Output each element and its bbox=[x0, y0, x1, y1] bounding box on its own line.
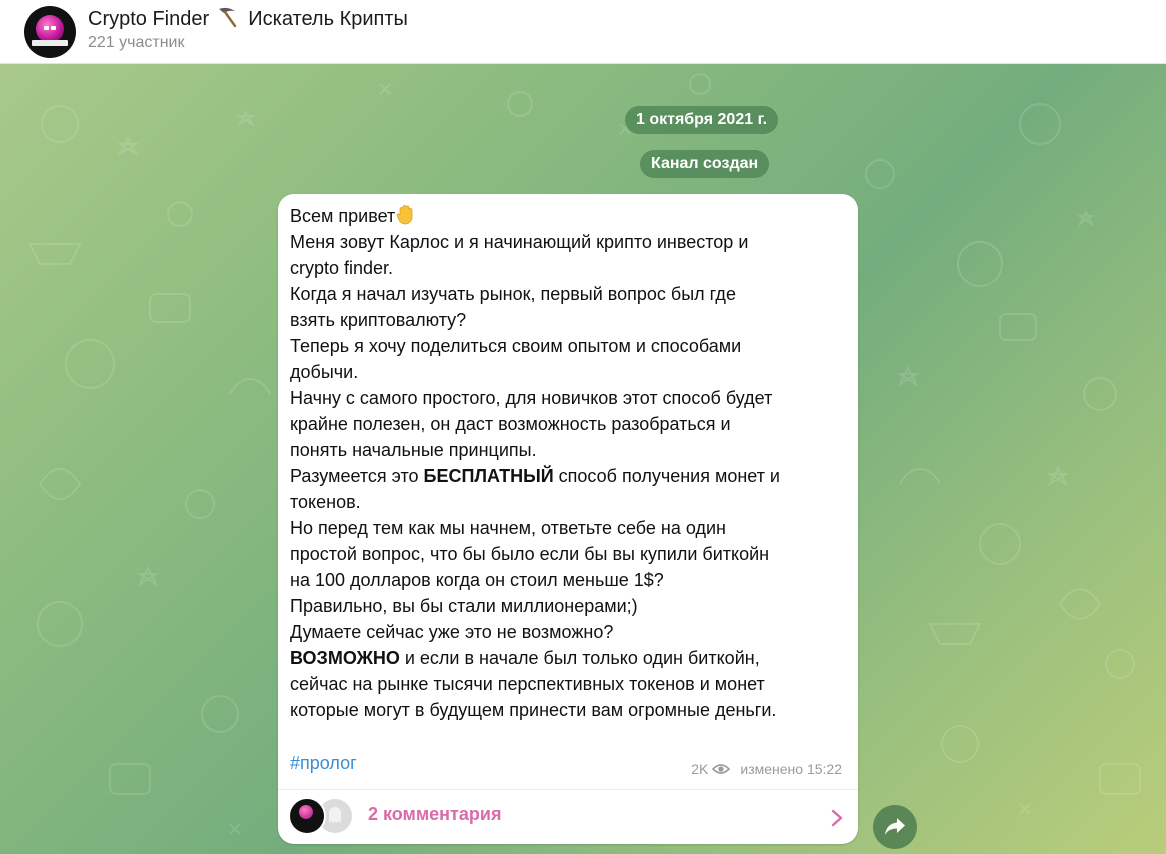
message-line: ВОЗМОЖНО и если в начале был только один… bbox=[290, 645, 850, 671]
comments-divider bbox=[278, 789, 858, 790]
message-line: крайне полезен, он даст возможность разо… bbox=[290, 414, 731, 434]
message-line: простой вопрос, что бы было если бы вы к… bbox=[290, 544, 770, 564]
comments-link[interactable]: 2 комментария bbox=[368, 804, 501, 825]
message-line: Но перед тем как мы начнем, ответьте себ… bbox=[290, 518, 726, 538]
message-text-segment: способ получения монет и bbox=[553, 466, 780, 486]
message-line: сейчас на рынке тысячи перспективных ток… bbox=[290, 674, 765, 694]
message-bubble[interactable]: Всем привет Меня зовут Карлос и я начина… bbox=[278, 194, 858, 844]
raised-hand-icon bbox=[396, 205, 413, 225]
message-line: Когда я начал изучать рынок, первый вопр… bbox=[290, 284, 736, 304]
message-line: Всем привет bbox=[290, 206, 396, 226]
pickaxe-icon bbox=[218, 7, 236, 28]
share-arrow-icon bbox=[885, 818, 905, 835]
message-line: токенов. bbox=[290, 492, 361, 512]
view-count: 2K bbox=[691, 761, 709, 777]
avatar-eye bbox=[44, 26, 49, 30]
message-line: Правильно, вы бы стали миллионерами;) bbox=[290, 596, 638, 616]
channel-title-text: Crypto Finder bbox=[88, 8, 210, 30]
message-line: на 100 долларов когда он стоил меньше 1$… bbox=[290, 570, 664, 590]
avatar-logo bbox=[36, 15, 64, 43]
channel-title-rest: Искатель Крипты bbox=[248, 8, 408, 30]
message-meta: 2K изменено 15:22 bbox=[691, 761, 842, 777]
message-line: Теперь я хочу поделиться своим опытом и … bbox=[290, 336, 742, 356]
message-line: Думаете сейчас уже это не возможно? bbox=[290, 622, 614, 642]
avatar-band bbox=[32, 40, 68, 46]
message-line: взять криптовалюту? bbox=[290, 310, 467, 330]
message-line: добычи. bbox=[290, 362, 359, 382]
message-line: Начну с самого простого, для новичков эт… bbox=[290, 388, 773, 408]
commenter-avatar bbox=[288, 797, 326, 835]
message-line: которые могут в будущем принести вам огр… bbox=[290, 700, 777, 720]
avatar-logo bbox=[299, 805, 313, 819]
message-line: Меня зовут Карлос и я начинающий крипто … bbox=[290, 232, 749, 252]
channel-avatar[interactable] bbox=[24, 6, 76, 58]
bold-text: ВОЗМОЖНО bbox=[290, 648, 400, 668]
message-text-segment: и если в начале был только один биткойн, bbox=[399, 648, 760, 668]
message-text: Всем привет Меня зовут Карлос и я начина… bbox=[290, 203, 850, 723]
eye-icon bbox=[712, 764, 731, 774]
service-message: Канал создан bbox=[640, 150, 770, 178]
date-pill: 1 октября 2021 г. bbox=[625, 106, 779, 134]
chat-header[interactable]: Crypto Finder Искатель Крипты 221 участн… bbox=[0, 0, 1166, 64]
chat-area[interactable]: 1 октября 2021 г. Канал создан Всем прив… bbox=[0, 64, 1166, 854]
hashtag-link[interactable]: #пролог bbox=[290, 753, 357, 774]
chevron-right-icon[interactable] bbox=[830, 807, 844, 829]
edited-time: изменено 15:22 bbox=[740, 761, 842, 777]
message-line: crypto finder. bbox=[290, 258, 394, 278]
message-text-segment: Разумеется это bbox=[290, 466, 424, 486]
channel-title[interactable]: Crypto Finder Искатель Крипты bbox=[88, 6, 408, 31]
message-line: Разумеется это БЕСПЛАТНЫЙ способ получен… bbox=[290, 463, 850, 489]
avatar-eye bbox=[51, 26, 56, 30]
share-button[interactable] bbox=[873, 805, 917, 849]
member-count: 221 участник bbox=[88, 34, 185, 51]
message-line: понять начальные принципы. bbox=[290, 440, 537, 460]
bold-text: БЕСПЛАТНЫЙ bbox=[423, 466, 554, 486]
